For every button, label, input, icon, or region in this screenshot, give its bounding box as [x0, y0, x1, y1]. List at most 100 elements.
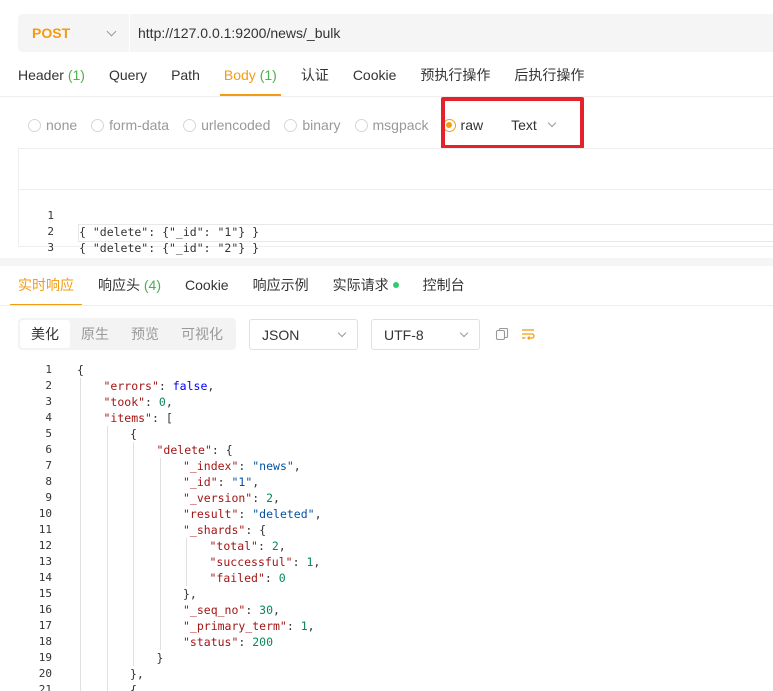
code-line: 12 "total": 2, [18, 538, 773, 554]
response-body-viewer[interactable]: 1{2 "errors": false, 3 "took": 0, 4 "items": … [18, 362, 773, 691]
indent-guide [80, 378, 81, 691]
divider [0, 96, 773, 97]
method-select[interactable]: POST [18, 14, 130, 52]
code-token: , [273, 491, 280, 505]
code-text: { [77, 362, 84, 378]
tab-label: 认证 [300, 67, 329, 83]
line-number: 21 [38, 683, 52, 691]
chevron-down-icon [459, 328, 469, 337]
line-number: 6 [45, 443, 52, 456]
format-select[interactable]: JSON [249, 319, 358, 350]
code-token: : [145, 395, 159, 409]
code-line: 15}, [18, 586, 773, 602]
format-select-label: JSON [262, 326, 300, 343]
code-line: 2 { "delete": {"_id": "2"} } [19, 208, 773, 255]
indent-guide [106, 426, 108, 691]
tab-count: (1) [67, 67, 85, 83]
tab-query[interactable]: Query [109, 60, 147, 96]
tab-header[interactable]: Header (1) [18, 60, 85, 96]
line-number: 5 [45, 427, 52, 440]
code-token: : [238, 507, 253, 521]
tab-label: 响应头 [98, 277, 140, 293]
code-token: : [286, 619, 301, 633]
tab-label: 响应示例 [252, 277, 309, 293]
highlight-annotation [441, 97, 584, 149]
code-text: "_seq_no": 30, [183, 602, 280, 618]
view-mode-visualize[interactable]: 可视化 [170, 320, 234, 348]
code-token: , [313, 555, 321, 569]
code-token: "total" [209, 539, 258, 553]
tab-label: 控制台 [422, 277, 465, 293]
code-line: 18 "status": 200 [18, 634, 773, 650]
radio-urlencoded[interactable]: urlencoded [183, 117, 270, 133]
code-token: false [172, 379, 208, 393]
code-text: "_id": "1", [183, 474, 259, 490]
tab-response-headers[interactable]: 响应头 (4) [98, 270, 161, 306]
tab-console[interactable]: 控制台 [423, 270, 465, 306]
tab-cookie[interactable]: Cookie [353, 60, 397, 96]
tab-auth[interactable]: 认证 [301, 60, 329, 96]
radio-msgpack[interactable]: msgpack [354, 117, 429, 133]
view-mode-preview[interactable]: 预览 [120, 320, 170, 348]
code-token: , [278, 539, 286, 553]
radio-binary[interactable]: binary [284, 117, 341, 133]
radio-label: urlencoded [201, 117, 271, 133]
code-token: : [245, 603, 260, 617]
radio-form-data[interactable]: form-data [91, 117, 169, 133]
line-number: 17 [38, 619, 52, 632]
wrap-lines-icon[interactable] [521, 327, 535, 341]
code-line: 10 "result": "deleted", [18, 506, 773, 522]
line-number: 12 [38, 539, 52, 552]
tab-label: Cookie [185, 277, 229, 293]
tab-count: (1) [259, 67, 277, 83]
tab-label: 实时响应 [18, 277, 74, 293]
code-token: "1" [231, 475, 253, 489]
code-text: "successful": 1, [210, 554, 321, 570]
line-number: 1 [45, 363, 52, 376]
tab-pre-script[interactable]: 预执行操作 [420, 60, 490, 96]
code-token: 1 [300, 619, 308, 633]
tab-actual-request[interactable]: 实际请求 [333, 270, 399, 306]
tab-label: Cookie [352, 67, 397, 83]
copy-icon[interactable] [495, 327, 509, 341]
radio-circle [354, 118, 368, 132]
code-token: "status" [183, 635, 239, 649]
code-text: "_index": "news", [183, 458, 301, 474]
code-token: "items" [103, 411, 152, 425]
view-mode-pretty[interactable]: 美化 [20, 320, 70, 348]
code-line: 7 "_index": "news", [18, 458, 773, 474]
tab-label: 后执行操作 [514, 67, 585, 83]
code-token: 0 [158, 395, 166, 409]
radio-circle [91, 118, 105, 132]
code-token: "_primary_term" [183, 619, 287, 633]
code-token: "took" [103, 395, 146, 409]
tab-live-response[interactable]: 实时响应 [10, 270, 82, 306]
code-text: "status": 200 [183, 634, 273, 650]
url-input[interactable]: http://127.0.0.1:9200/news/_bulk [130, 25, 340, 41]
request-body-editor[interactable]: 1 { "delete": {"_id": "1"} } 2 { "delete… [18, 189, 773, 255]
tab-label: Body [223, 67, 256, 83]
code-token: : [264, 571, 279, 585]
code-token: "_version" [183, 491, 253, 505]
view-mode-raw[interactable]: 原生 [70, 320, 120, 348]
code-token: "successful" [209, 555, 293, 569]
tab-body[interactable]: Body (1) [219, 60, 281, 96]
encoding-select-label: UTF-8 [384, 326, 424, 343]
radio-none[interactable]: none [28, 117, 77, 133]
encoding-select[interactable]: UTF-8 [371, 319, 480, 350]
code-line: 1{ [18, 362, 773, 378]
tab-response-example[interactable]: 响应示例 [253, 270, 309, 306]
code-token: } [156, 651, 164, 665]
tab-path[interactable]: Path [171, 60, 200, 96]
code-token: "deleted" [252, 507, 315, 521]
tab-post-script[interactable]: 后执行操作 [514, 60, 584, 96]
chevron-down-icon [337, 328, 347, 337]
code-line: 16 "_seq_no": 30, [18, 602, 773, 618]
tab-response-cookie[interactable]: Cookie [185, 270, 229, 306]
code-text: "_version": 2, [183, 490, 280, 506]
code-token: 30 [259, 603, 274, 617]
code-token: "_index" [183, 459, 239, 473]
radio-circle [28, 118, 41, 132]
code-line: 2 "errors": false, [18, 378, 773, 394]
line-number: 13 [38, 555, 52, 568]
